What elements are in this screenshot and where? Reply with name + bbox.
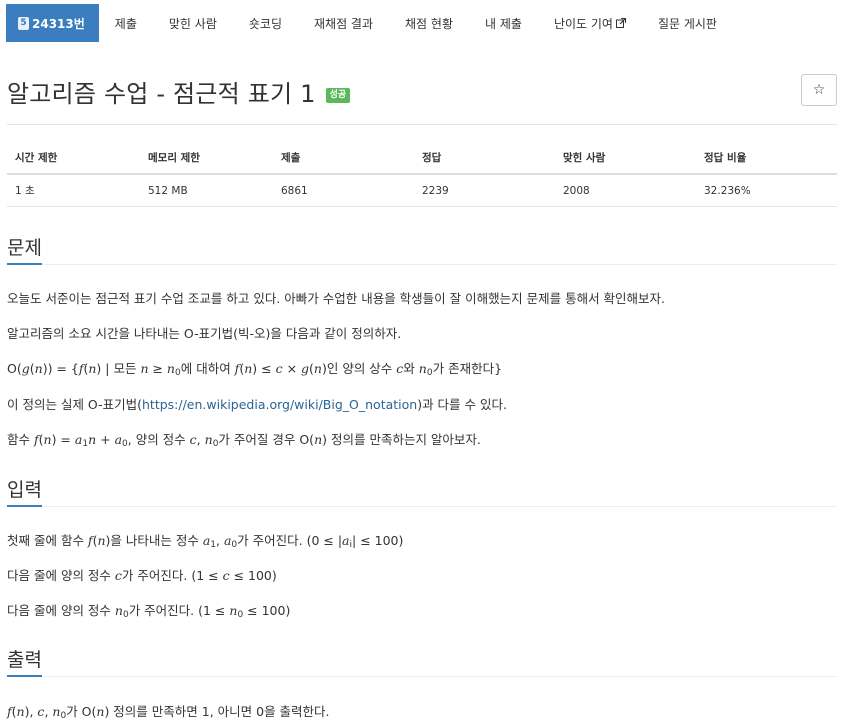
section-accent [7, 505, 42, 507]
level-badge-icon: 5 [18, 16, 29, 30]
favorite-button[interactable]: ☆ [801, 74, 837, 106]
section-accent [7, 263, 42, 265]
tab-rejudge-results[interactable]: 재채점 결과 [298, 4, 389, 42]
value-accept-ratio: 32.236% [696, 174, 837, 207]
value-time-limit: 1 초 [7, 174, 140, 207]
tab-submit[interactable]: 제출 [99, 4, 153, 42]
output-line-1: f(n), c, n0가 O(n) 정의를 만족하면 1, 아니면 0을 출력한… [7, 704, 330, 721]
input-line-2: 다음 줄에 양의 정수 c가 주어진다. (1 ≤ c ≤ 100) [7, 568, 277, 583]
section-title-problem: 문제 [7, 237, 42, 259]
problem-definition: O(g(n)) = {f(n) | 모든 n ≥ n0에 대하여 f(n) ≤ … [7, 361, 503, 378]
section-rule [7, 506, 837, 507]
tab-judge-status[interactable]: 채점 현황 [389, 4, 469, 42]
table-header-row: 시간 제한 메모리 제한 제출 정답 맞힌 사람 정답 비율 [7, 142, 837, 175]
problem-paragraph-4: 이 정의는 실제 O-표기법(https://en.wikipedia.org/… [7, 397, 507, 412]
star-icon: ☆ [812, 82, 826, 98]
title-divider [7, 124, 837, 125]
problem-paragraph-5: 함수 f(n) = a1n + a0, 양의 정수 c, n0가 주어질 경우 … [7, 432, 481, 449]
table-row: 1 초 512 MB 6861 2239 2008 32.236% [7, 174, 837, 207]
wikipedia-link[interactable]: https://en.wikipedia.org/wiki/Big_O_nota… [142, 397, 417, 412]
header-solved-users: 맞힌 사람 [555, 142, 696, 175]
value-accepted: 2239 [414, 174, 555, 207]
header-accepted: 정답 [414, 142, 555, 175]
problem-paragraph-2: 알고리즘의 소요 시간을 나타내는 O-표기법(빅-오)을 다음과 같이 정의하… [7, 326, 402, 341]
section-rule [7, 676, 837, 677]
input-line-3: 다음 줄에 양의 정수 n0가 주어진다. (1 ≤ n0 ≤ 100) [7, 603, 291, 620]
problem-nav: 5 24313번 제출 맞힌 사람 숏코딩 재채점 결과 채점 현황 내 제출 … [6, 4, 733, 42]
section-title-input: 입력 [7, 479, 42, 501]
tab-short-coding[interactable]: 숏코딩 [233, 4, 298, 42]
section-title-output: 출력 [7, 649, 42, 671]
value-submissions: 6861 [273, 174, 414, 207]
tab-question-board[interactable]: 질문 게시판 [642, 4, 733, 42]
problem-paragraph-1: 오늘도 서준이는 점근적 표기 수업 조교를 하고 있다. 아빠가 수업한 내용… [7, 291, 666, 306]
problem-info-table: 시간 제한 메모리 제한 제출 정답 맞힌 사람 정답 비율 1 초 512 M… [7, 142, 837, 207]
tab-my-submissions[interactable]: 내 제출 [469, 4, 538, 42]
tab-difficulty-contribution[interactable]: 난이도 기여 [538, 4, 642, 42]
tab-solved-users[interactable]: 맞힌 사람 [153, 4, 233, 42]
external-link-icon [615, 18, 626, 28]
header-accept-ratio: 정답 비율 [696, 142, 837, 175]
tab-difficulty-label: 난이도 기여 [553, 16, 613, 31]
section-accent [7, 675, 42, 677]
value-solved-users: 2008 [555, 174, 696, 207]
title-row: 알고리즘 수업 - 점근적 표기 1 성공 ☆ [7, 74, 837, 109]
input-line-1: 첫째 줄에 함수 f(n)을 나타내는 정수 a1, a0가 주어진다. (0 … [7, 533, 404, 550]
value-memory-limit: 512 MB [140, 174, 273, 207]
page-title: 알고리즘 수업 - 점근적 표기 1 [7, 80, 316, 108]
header-submissions: 제출 [273, 142, 414, 175]
header-memory-limit: 메모리 제한 [140, 142, 273, 175]
header-time-limit: 시간 제한 [7, 142, 140, 175]
status-badge: 성공 [325, 88, 351, 103]
tab-problem-label: 24313번 [32, 16, 85, 31]
tab-problem[interactable]: 5 24313번 [6, 4, 99, 42]
section-rule [7, 264, 837, 265]
